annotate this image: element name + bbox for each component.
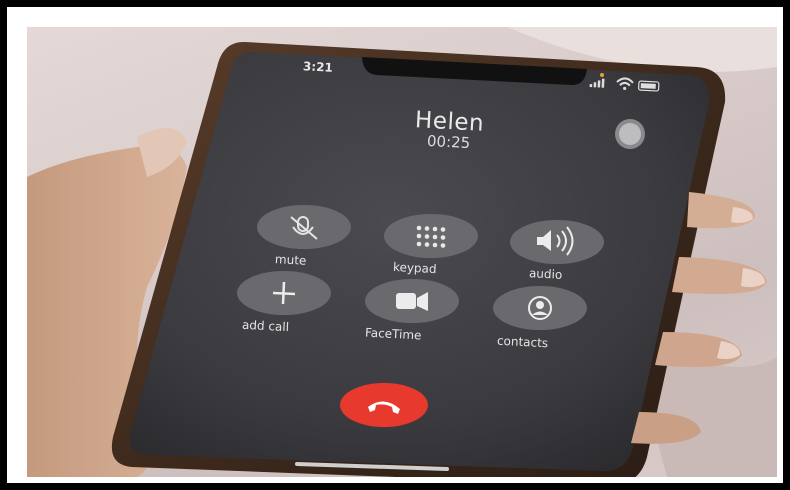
facetime-button[interactable]	[365, 279, 459, 323]
keypad-button[interactable]	[384, 214, 478, 258]
call-timer: 00:25	[426, 131, 471, 153]
add-call-label: add call	[241, 317, 290, 335]
mic-indicator-icon	[600, 73, 604, 77]
fingernail	[741, 268, 765, 287]
image-border: 3:21 Helen 00:25 mute keypad audio add c…	[7, 7, 783, 483]
audio-button[interactable]	[510, 220, 604, 264]
photo: 3:21 Helen 00:25 mute keypad audio add c…	[27, 27, 777, 477]
mute-label: mute	[274, 252, 307, 268]
add-call-button[interactable]	[237, 271, 331, 315]
phone-scene	[27, 27, 777, 477]
facetime-label: FaceTime	[364, 325, 422, 343]
avatar-inner	[619, 123, 641, 145]
mute-button[interactable]	[257, 205, 351, 249]
contacts-label: contacts	[496, 333, 549, 351]
fingernail	[717, 341, 740, 359]
audio-label: audio	[528, 266, 563, 282]
end-call-button[interactable]	[340, 383, 428, 427]
contacts-button[interactable]	[493, 286, 587, 330]
video-camera-icon	[396, 292, 428, 311]
keypad-label: keypad	[392, 259, 437, 277]
status-time: 3:21	[302, 59, 334, 75]
